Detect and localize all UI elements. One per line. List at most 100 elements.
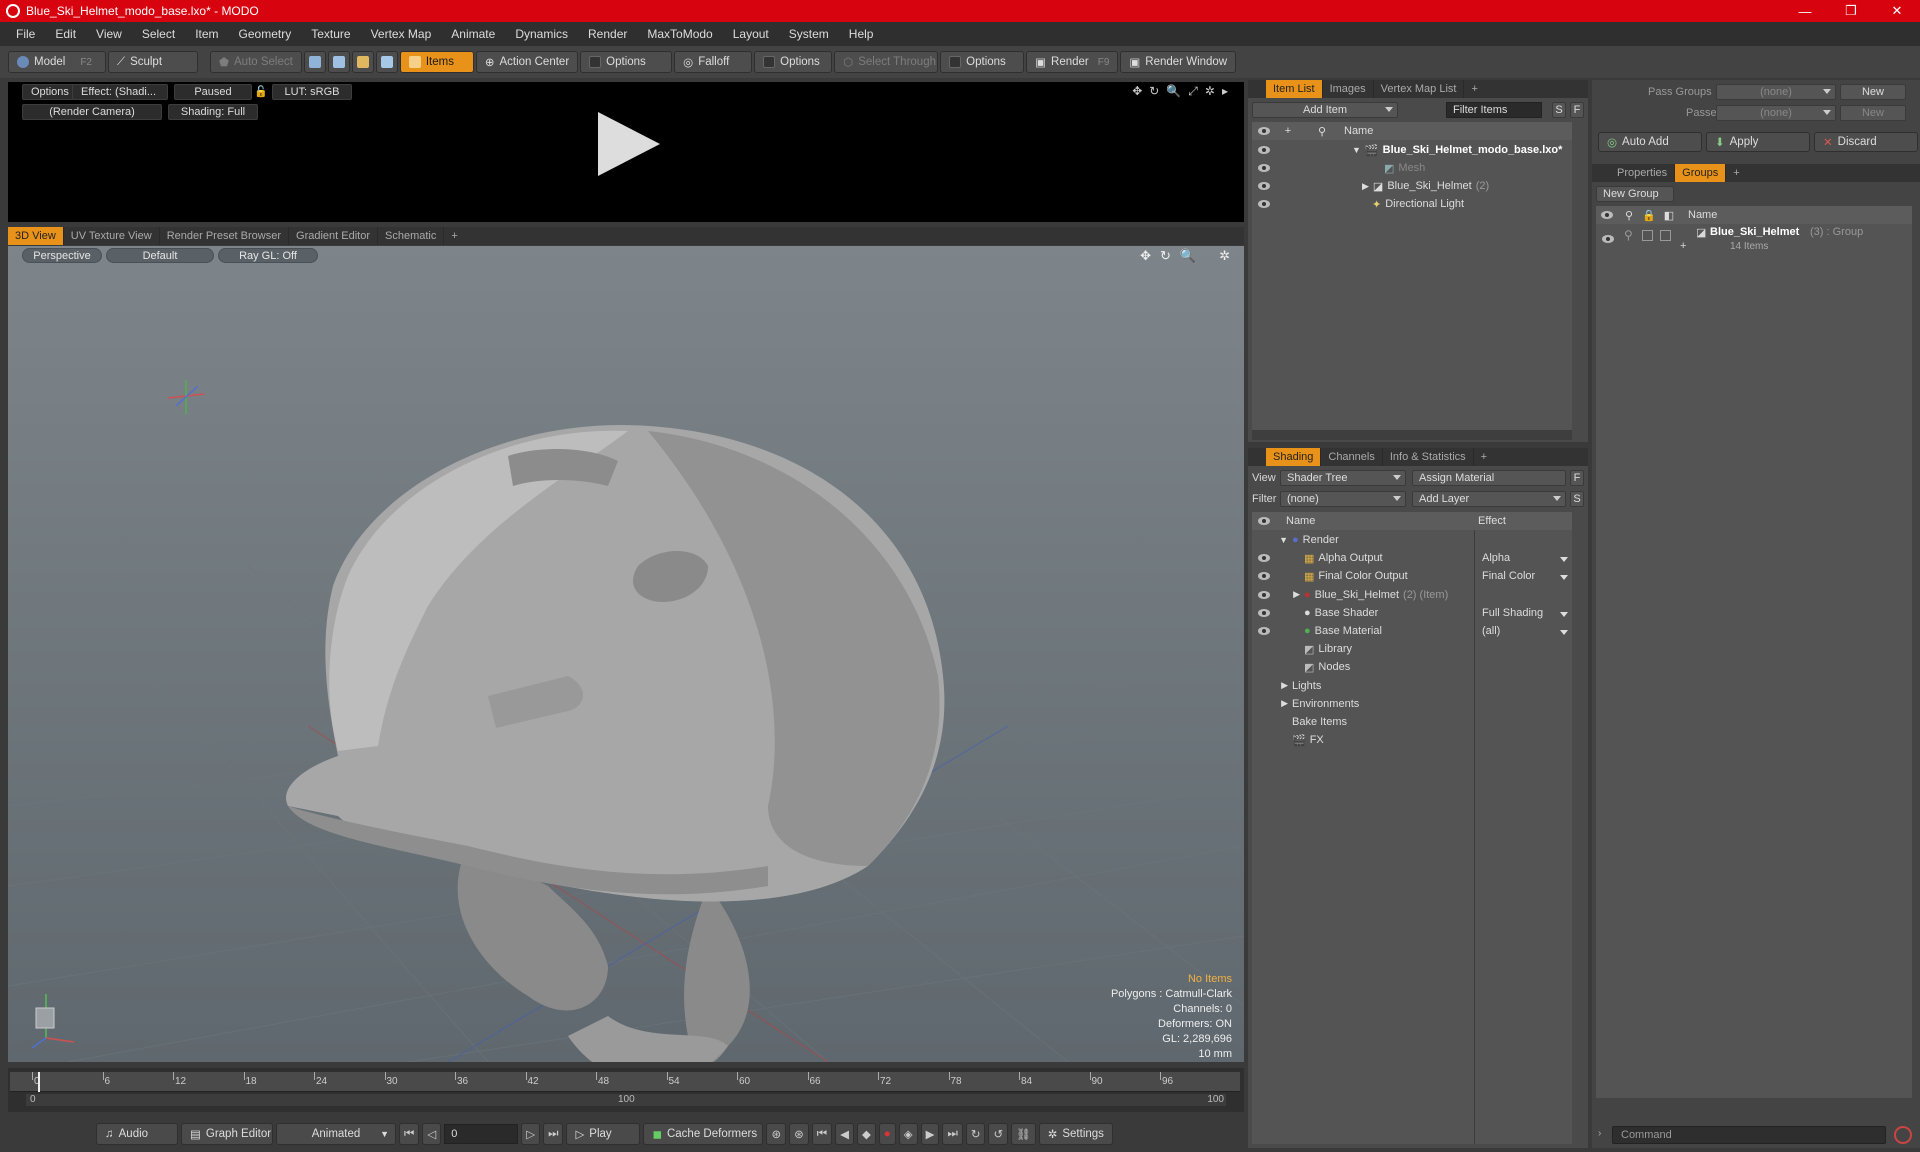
items-mode-button[interactable]: Items (399, 51, 474, 73)
prev-key-button-2[interactable]: ◀ (835, 1123, 854, 1145)
visibility-eye-icon[interactable] (1252, 200, 1276, 208)
visibility-eye-icon[interactable] (1252, 182, 1276, 190)
animated-dropdown[interactable]: Animated ▼ (276, 1123, 396, 1145)
menu-edit[interactable]: Edit (45, 27, 86, 41)
effect-dropdown[interactable]: Final Color (1478, 570, 1572, 582)
tab-groups[interactable]: Groups (1675, 164, 1727, 182)
effect-dropdown[interactable]: Full Shading (1478, 607, 1572, 619)
visibility-eye-icon[interactable] (1602, 232, 1614, 246)
model-button[interactable]: Model F2 (8, 51, 106, 73)
filter-items-input[interactable]: Filter Items (1446, 102, 1542, 118)
effect-dropdown[interactable]: (all) (1478, 625, 1572, 637)
add-tab-button[interactable]: + (1464, 80, 1484, 98)
go-to-end-button[interactable]: ⏭ (543, 1123, 564, 1145)
move-view-icon[interactable]: ✥ (1132, 84, 1142, 99)
expand-arrow-icon[interactable]: ▶ (1276, 698, 1292, 709)
audio-button[interactable]: ♫ Audio (96, 1123, 178, 1145)
visibility-eye-icon[interactable] (1252, 608, 1276, 617)
add-tab-button[interactable]: + (444, 227, 464, 245)
menu-dynamics[interactable]: Dynamics (505, 27, 578, 41)
prev-frame-button[interactable]: ◁ (422, 1123, 442, 1145)
add-item-dropdown[interactable]: Add Item (1252, 102, 1398, 118)
item-row-helmet[interactable]: ▶ ◪ Blue_Ski_Helmet (2) (1252, 177, 1572, 195)
menu-help[interactable]: Help (839, 27, 884, 41)
render-toggle-icon[interactable]: ⚲ (1624, 228, 1633, 242)
menu-system[interactable]: System (779, 27, 839, 41)
next-frame-button[interactable]: ▷ (521, 1123, 541, 1145)
item-row-scene[interactable]: ▼ 🎬 Blue_Ski_Helmet_modo_base.lxo* (1252, 141, 1572, 159)
timeline-ruler[interactable]: 0 6 12 18 24 30 36 42 48 54 60 66 72 78 84 90 96 (10, 1072, 1240, 1092)
add-tab-button[interactable]: + (1726, 164, 1746, 182)
rotate-view-icon[interactable]: ↻ (1160, 248, 1171, 264)
horizontal-scrollbar[interactable] (1252, 430, 1572, 440)
lock-icon[interactable]: 🔓 (254, 85, 268, 98)
item-row-light[interactable]: ✦ Directional Light (1252, 195, 1572, 213)
visibility-eye-icon[interactable] (1252, 146, 1276, 154)
shader-row[interactable]: ▦ Alpha Output Alpha (1252, 549, 1572, 567)
arrow-right-icon[interactable]: ▸ (1222, 84, 1228, 99)
vertices-mode-button[interactable] (303, 51, 326, 73)
add-tab-button[interactable]: + (1474, 448, 1494, 466)
prev-key-button[interactable]: ⏮ (811, 1123, 833, 1145)
command-input[interactable]: Command (1612, 1126, 1886, 1144)
effect-dropdown[interactable]: Alpha (1478, 552, 1572, 564)
menu-file[interactable]: File (6, 27, 45, 41)
play-button[interactable]: ▷ Play (566, 1123, 641, 1145)
visibility-eye-icon[interactable] (1252, 627, 1276, 635)
expand-plus-icon[interactable]: + (1680, 240, 1686, 252)
preview-lut-dropdown[interactable]: LUT: sRGB (272, 84, 352, 100)
gear-icon[interactable]: ✲ (1219, 248, 1230, 264)
tab-uv-texture-view[interactable]: UV Texture View (64, 227, 160, 245)
menu-texture[interactable]: Texture (301, 27, 360, 41)
graph-editor-button[interactable]: ▤ Graph Editor (181, 1123, 273, 1145)
shader-row[interactable]: 🎬 FX (1252, 731, 1572, 749)
expand-arrow-icon[interactable]: ▶ (1276, 680, 1292, 691)
key-all-button[interactable]: ◈ (898, 1123, 918, 1145)
passes-dropdown[interactable]: (none) (1716, 105, 1836, 121)
tab-schematic[interactable]: Schematic (378, 227, 445, 245)
go-to-start-button[interactable]: ⏮ (399, 1123, 420, 1145)
timeline-range-bar[interactable]: 0 100 100 (26, 1094, 1226, 1106)
play-preview-icon[interactable] (598, 112, 660, 176)
edges-mode-button[interactable] (327, 51, 350, 73)
auto-select-button[interactable]: ⬟ Auto Select (210, 51, 302, 73)
gear-icon[interactable]: ✲ (1205, 84, 1215, 99)
menu-vertex-map[interactable]: Vertex Map (361, 27, 442, 41)
zoom-view-icon[interactable]: 🔍 (1180, 248, 1196, 264)
filter-f-button[interactable]: F (1570, 102, 1584, 118)
add-layer-dropdown[interactable]: Add Layer (1412, 491, 1566, 507)
maximize-view-icon[interactable]: ⤢ (1188, 84, 1198, 99)
pass-groups-dropdown[interactable]: (none) (1716, 84, 1836, 100)
shader-row[interactable]: ▶ Environments (1252, 695, 1572, 713)
new-pass-button[interactable]: New (1840, 105, 1906, 121)
render-preview[interactable]: Options Effect: (Shadi... Paused 🔓 LUT: … (8, 82, 1244, 222)
link-button[interactable]: ⛓ (1011, 1123, 1036, 1145)
shading-s-button[interactable]: S (1570, 491, 1584, 507)
group-row[interactable]: ⚲ ◪ + Blue_Ski_Helmet (3) : Group 14 Ite… (1596, 226, 1912, 260)
expand-arrow-icon[interactable]: ▶ (1362, 181, 1369, 192)
key-tool-button-2[interactable]: ⊛ (789, 1123, 809, 1145)
loop-button[interactable]: ↻ (965, 1123, 986, 1145)
menu-view[interactable]: View (86, 27, 132, 41)
expand-arrow-icon[interactable]: ▼ (1352, 145, 1361, 155)
groups-tree[interactable] (1596, 206, 1912, 1098)
visibility-eye-icon[interactable] (1252, 164, 1276, 172)
menu-geometry[interactable]: Geometry (229, 27, 302, 41)
shader-row[interactable]: ◩ Nodes (1252, 658, 1572, 676)
tab-properties[interactable]: Properties (1610, 164, 1676, 182)
3d-viewport[interactable]: Perspective Default Ray GL: Off ✥ ↻ 🔍 ✲ … (8, 246, 1244, 1062)
menu-layout[interactable]: Layout (723, 27, 779, 41)
current-frame-field[interactable]: 0 (444, 1124, 519, 1144)
filter-dropdown[interactable]: (none) (1280, 491, 1406, 507)
shader-row[interactable]: ● Base Material (all) (1252, 622, 1572, 640)
assign-material-button[interactable]: Assign Material (1412, 470, 1566, 486)
sculpt-button[interactable]: ⟋ Sculpt (108, 51, 198, 73)
action-center-options-button[interactable]: Options (580, 51, 673, 73)
select-through-options-button[interactable]: Options (940, 51, 1025, 73)
falloff-options-button[interactable]: Options (754, 51, 833, 73)
tab-item-list[interactable]: Item List (1266, 80, 1323, 98)
materials-mode-button[interactable] (375, 51, 398, 73)
preview-camera-dropdown[interactable]: (Render Camera) (22, 104, 162, 120)
rotate-view-icon[interactable]: ↻ (1149, 84, 1159, 99)
preview-effect-dropdown[interactable]: Effect: (Shadi... (72, 84, 168, 100)
